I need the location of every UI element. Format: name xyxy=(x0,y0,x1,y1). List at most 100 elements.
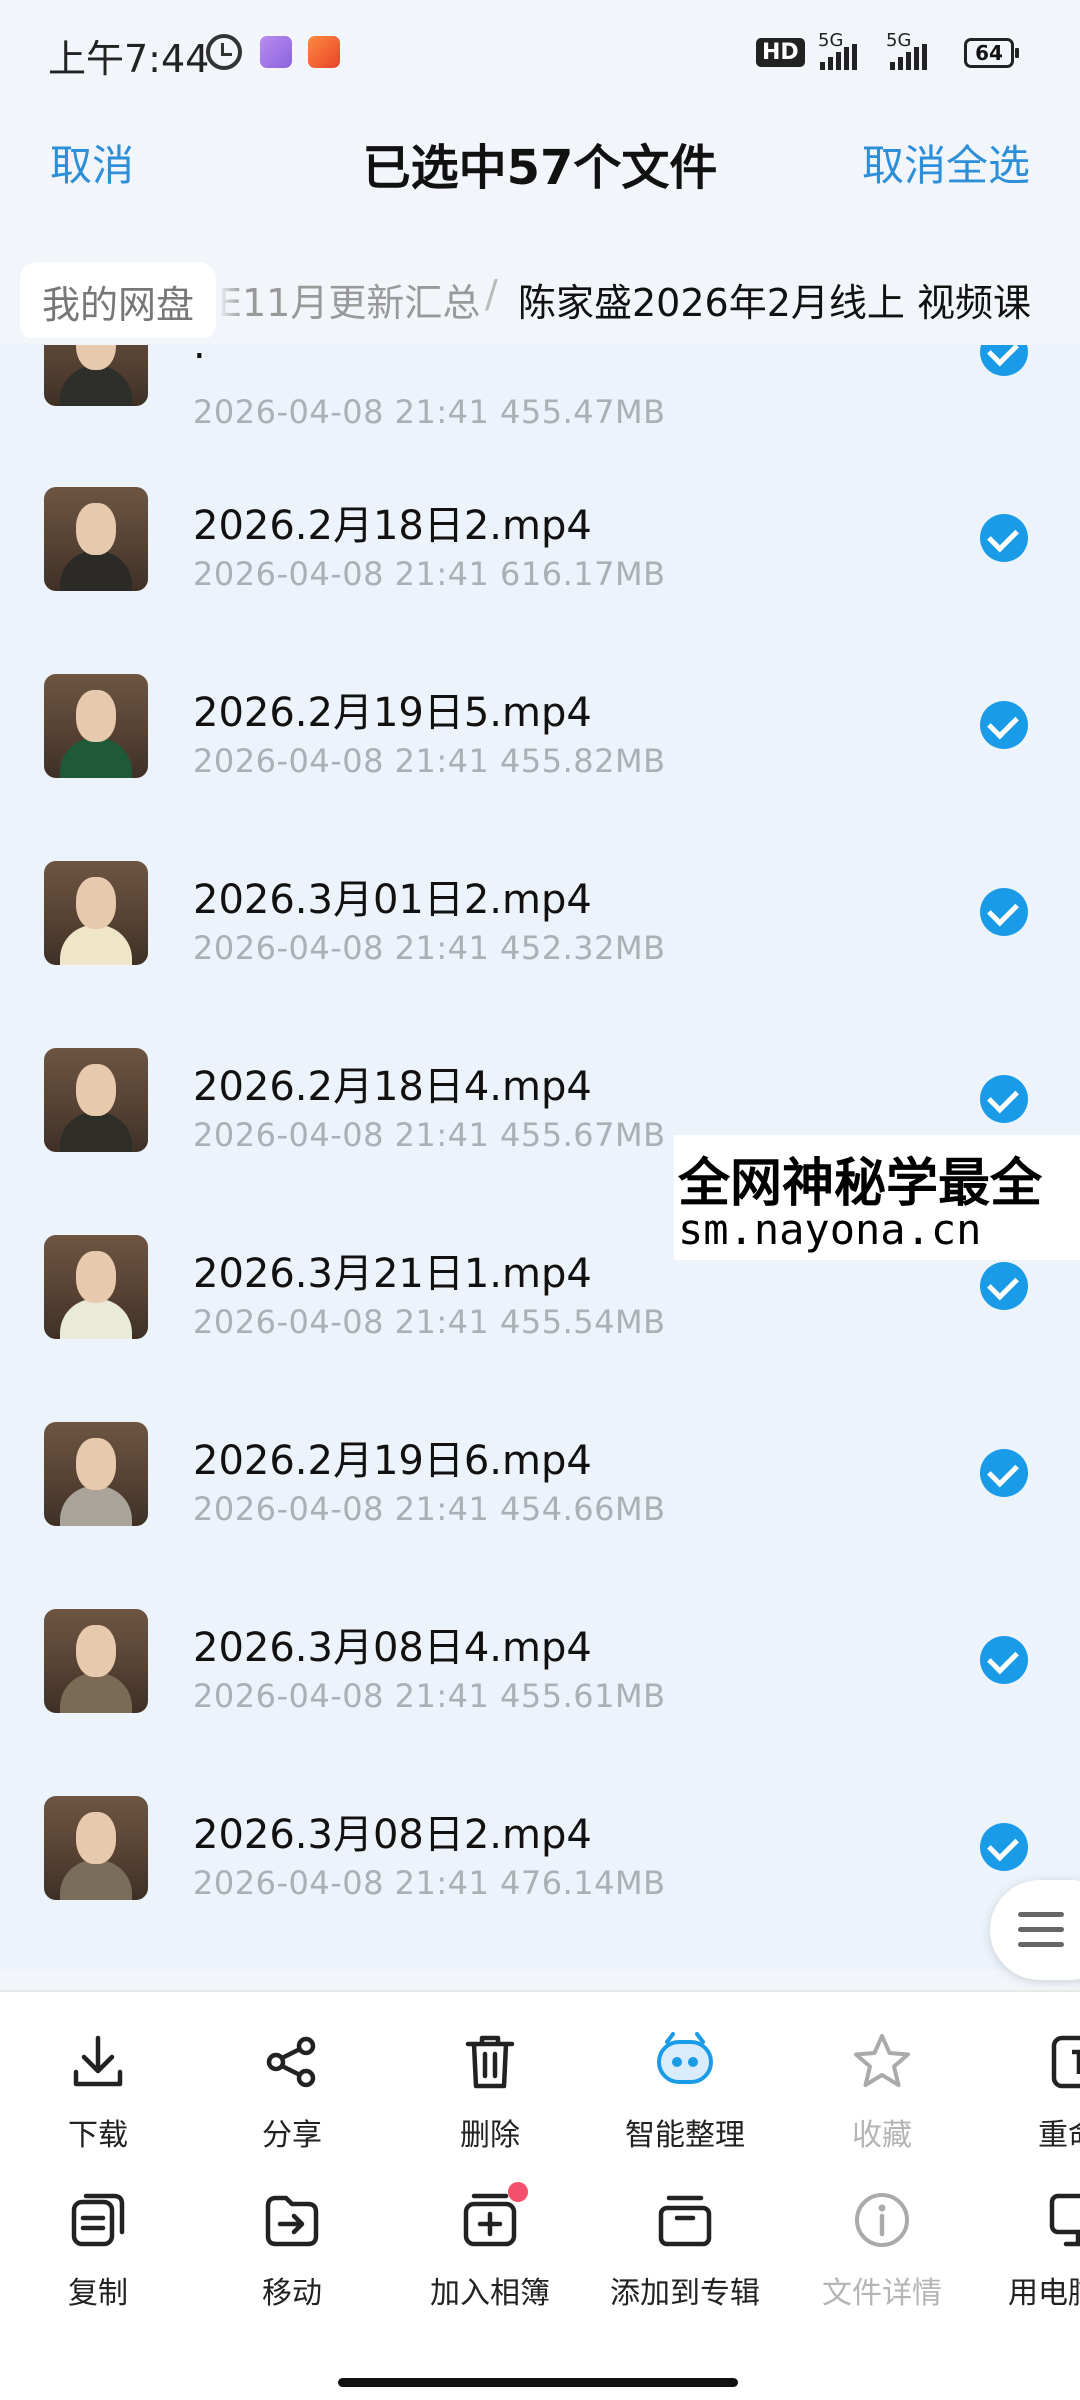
file-meta: 2026-04-08 21:41 452.32MB xyxy=(193,929,666,967)
breadcrumb-item-root[interactable]: 我的网盘 xyxy=(20,262,217,338)
app-notification-icon xyxy=(260,36,292,68)
video-thumbnail xyxy=(44,1609,148,1713)
video-thumbnail xyxy=(44,861,148,965)
move-label: 移动 xyxy=(262,2276,322,2311)
share-button[interactable]: 分享 xyxy=(212,2030,372,2154)
file-meta: 2026-04-08 21:41 455.67MB xyxy=(193,1116,666,1154)
open-on-computer-label: 用电脑 xyxy=(1008,2276,1080,2311)
selected-check-icon[interactable] xyxy=(980,1449,1028,1497)
delete-button[interactable]: 删除 xyxy=(410,2030,570,2154)
move-button[interactable]: 移动 xyxy=(212,2188,372,2312)
breadcrumb-separator: / xyxy=(485,272,498,316)
file-name: 2026.2月18日2.mp4 xyxy=(193,503,592,549)
breadcrumb-item-current: 陈家盛2026年2月线上 视频课 xyxy=(518,281,1031,325)
file-meta: 2026-04-08 21:41 455.61MB xyxy=(193,1677,666,1715)
delete-label: 删除 xyxy=(460,2118,520,2153)
file-row[interactable]: 2026.2月19日6.mp4 2026-04-08 21:41 454.66M… xyxy=(0,1382,1080,1569)
download-button[interactable]: 下载 xyxy=(18,2030,178,2154)
add-to-collection-button[interactable]: 添加到专辑 xyxy=(605,2188,765,2312)
video-thumbnail xyxy=(44,487,148,591)
smart-organize-label: 智能整理 xyxy=(625,2118,745,2153)
video-thumbnail xyxy=(44,1796,148,1900)
selected-check-icon[interactable] xyxy=(980,1262,1028,1310)
download-icon xyxy=(73,2035,123,2087)
file-meta: 2026-04-08 21:41 455.47MB xyxy=(193,393,666,431)
file-name: 2026.3月01日2.mp4 xyxy=(193,877,592,923)
watermark-line-2: sm.nayona.cn xyxy=(678,1205,982,1254)
trash-icon xyxy=(465,2035,515,2089)
add-to-collection-icon xyxy=(658,2195,712,2247)
video-thumbnail xyxy=(44,1235,148,1339)
home-indicator[interactable] xyxy=(338,2378,738,2387)
hd-voice-icon: HD xyxy=(756,38,805,67)
favorite-label: 收藏 xyxy=(852,2118,912,2153)
file-name: 2026.2月19日6.mp4 xyxy=(193,1438,592,1484)
file-details-label: 文件详情 xyxy=(822,2276,942,2311)
file-name: 2026.2月18日4.mp4 xyxy=(193,1064,592,1110)
file-meta: 2026-04-08 21:41 476.14MB xyxy=(193,1864,666,1902)
selected-check-icon[interactable] xyxy=(980,888,1028,936)
deselect-all-button[interactable]: 取消全选 xyxy=(862,132,1030,193)
selected-check-icon[interactable] xyxy=(980,1823,1028,1871)
smart-organize-button[interactable]: 智能整理 xyxy=(605,2030,765,2154)
file-name: 2026.3月08日2.mp4 xyxy=(193,1812,592,1858)
battery-icon: 64 xyxy=(964,38,1019,68)
file-meta: 2026-04-08 21:41 454.66MB xyxy=(193,1490,666,1528)
breadcrumb: E11月更新汇总 我的网盘 / 陈家盛2026年2月线上 视频课 xyxy=(0,258,1080,338)
mi-app-notification-icon xyxy=(308,36,340,68)
favorite-button[interactable]: 收藏 xyxy=(802,2030,962,2154)
new-badge xyxy=(508,2182,528,2202)
cancel-button[interactable]: 取消 xyxy=(50,132,134,193)
video-thumbnail xyxy=(44,1422,148,1526)
video-thumbnail xyxy=(44,674,148,778)
file-row[interactable]: 2026.3月01日2.mp4 2026-04-08 21:41 452.32M… xyxy=(0,821,1080,1008)
file-name: 2026.2月19日5.mp4 xyxy=(193,690,592,736)
copy-label: 复制 xyxy=(68,2276,128,2311)
status-time: 上午7:44 xyxy=(48,37,210,81)
video-thumbnail xyxy=(44,345,148,406)
status-bar: 上午7:44 HD 5G 5G 64 xyxy=(0,0,1080,110)
copy-button[interactable]: 复制 xyxy=(18,2188,178,2312)
action-toolbar: 下载 分享 删除 智能整理 收藏 重命 复制 移动 加入相簿 添加到专辑 文件详… xyxy=(0,1990,1080,2400)
info-icon xyxy=(855,2193,909,2247)
menu-icon-bar xyxy=(1018,1942,1064,1947)
selected-check-icon[interactable] xyxy=(980,1636,1028,1684)
add-to-album-label: 加入相簿 xyxy=(430,2276,550,2311)
selected-check-icon[interactable] xyxy=(980,345,1028,376)
file-name: 2026.3月08日4.mp4 xyxy=(193,1625,592,1671)
rename-label: 重命 xyxy=(1038,2118,1080,2153)
file-row[interactable]: 2026.2月18日2.mp4 2026-04-08 21:41 616.17M… xyxy=(0,447,1080,634)
signal-strength-icon-2 xyxy=(890,44,927,70)
move-icon xyxy=(265,2195,319,2247)
selected-check-icon[interactable] xyxy=(980,514,1028,562)
file-details-button[interactable]: 文件详情 xyxy=(802,2188,962,2312)
file-row[interactable]: . 2026-04-08 21:41 455.47MB xyxy=(0,345,1080,447)
computer-icon xyxy=(1049,2193,1080,2247)
download-label: 下载 xyxy=(68,2118,128,2153)
breadcrumb-item-parent[interactable]: E11月更新汇总 xyxy=(218,272,480,327)
signal-strength-icon xyxy=(820,44,857,70)
selection-header: 取消 已选中57个文件 取消全选 xyxy=(0,110,1080,210)
file-meta: 2026-04-08 21:41 616.17MB xyxy=(193,555,666,593)
rename-button[interactable]: 重命 xyxy=(1000,2030,1080,2154)
menu-icon xyxy=(1018,1912,1064,1917)
alarm-icon xyxy=(206,34,242,70)
file-name: 2026.3月21日1.mp4 xyxy=(193,1251,592,1297)
share-label: 分享 xyxy=(262,2118,322,2153)
file-row[interactable]: 2026.2月19日5.mp4 2026-04-08 21:41 455.82M… xyxy=(0,634,1080,821)
smart-organize-icon xyxy=(657,2032,713,2084)
selected-check-icon[interactable] xyxy=(980,701,1028,749)
open-on-computer-button[interactable]: 用电脑 xyxy=(1000,2188,1080,2312)
rename-icon xyxy=(1051,2035,1080,2089)
file-row[interactable]: 2026.3月08日2.mp4 2026-04-08 21:41 476.14M… xyxy=(0,1756,1080,1943)
video-thumbnail xyxy=(44,1048,148,1152)
file-meta: 2026-04-08 21:41 455.54MB xyxy=(193,1303,666,1341)
file-name: . xyxy=(193,345,206,368)
floating-menu-button[interactable] xyxy=(990,1880,1080,1980)
selected-check-icon[interactable] xyxy=(980,1075,1028,1123)
add-to-album-button[interactable]: 加入相簿 xyxy=(410,2182,570,2312)
share-icon xyxy=(266,2036,316,2088)
star-icon xyxy=(854,2034,910,2087)
watermark-overlay: 全网神秘学最全 sm.nayona.cn xyxy=(674,1135,1080,1260)
file-row[interactable]: 2026.3月08日4.mp4 2026-04-08 21:41 455.61M… xyxy=(0,1569,1080,1756)
